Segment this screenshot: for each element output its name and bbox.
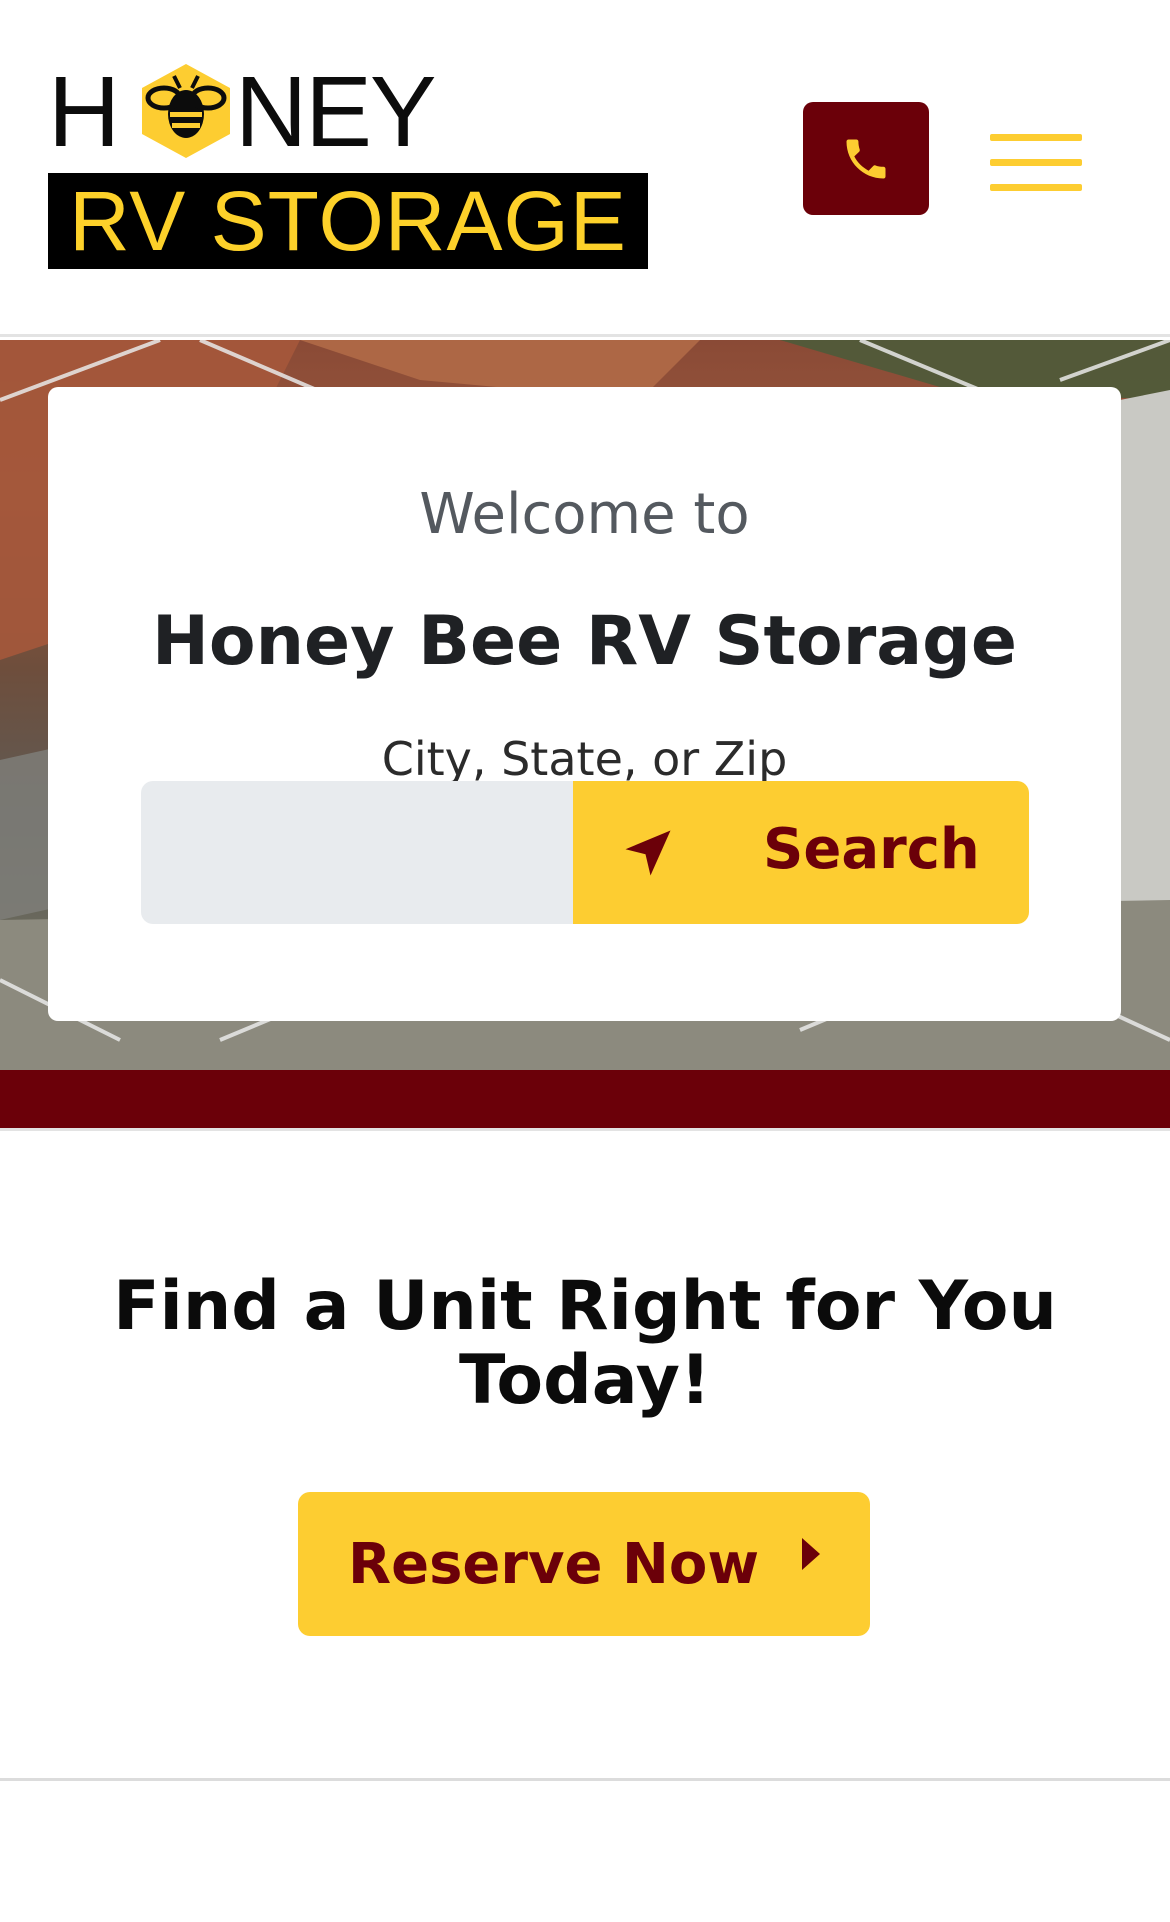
reserve-now-button[interactable]: Reserve Now bbox=[298, 1492, 870, 1636]
caret-right-icon bbox=[802, 1538, 820, 1570]
phone-icon bbox=[846, 139, 886, 178]
location-search-input[interactable] bbox=[141, 781, 575, 924]
menu-bar bbox=[990, 184, 1082, 191]
hamburger-menu-icon[interactable] bbox=[990, 134, 1082, 192]
reserve-now-label: Reserve Now bbox=[348, 1532, 760, 1597]
logo-top-line: H NEY BEE bbox=[48, 56, 648, 268]
honey-bee-logo[interactable]: H NEY BEE RV STORAGE bbox=[48, 60, 648, 270]
maroon-divider-band bbox=[0, 1070, 1170, 1128]
hero-section: Welcome to Honey Bee RV Storage City, St… bbox=[0, 340, 1170, 1070]
site-header: H NEY BEE RV STORAGE bbox=[0, 0, 1170, 337]
page-title: Honey Bee RV Storage bbox=[152, 602, 1017, 681]
call-button[interactable] bbox=[803, 102, 929, 215]
divider-line bbox=[0, 1128, 1170, 1131]
bee-icon bbox=[142, 64, 230, 158]
location-field-label: City, State, or Zip bbox=[381, 732, 788, 786]
menu-bar bbox=[990, 134, 1082, 141]
welcome-card: Welcome to Honey Bee RV Storage City, St… bbox=[48, 387, 1121, 1021]
section-divider bbox=[0, 1778, 1170, 1781]
search-button[interactable]: Search bbox=[573, 781, 1029, 924]
welcome-text: Welcome to bbox=[419, 482, 750, 547]
search-button-label: Search bbox=[763, 817, 980, 882]
cta-heading: Find a Unit Right for You Today! bbox=[113, 1267, 1057, 1420]
logo-bottom-text: RV STORAGE bbox=[69, 174, 627, 268]
menu-bar bbox=[990, 159, 1082, 166]
location-arrow-icon bbox=[625, 830, 671, 876]
logo-bottom-bar: RV STORAGE bbox=[48, 173, 648, 269]
logo-letter-h: H bbox=[48, 56, 120, 168]
